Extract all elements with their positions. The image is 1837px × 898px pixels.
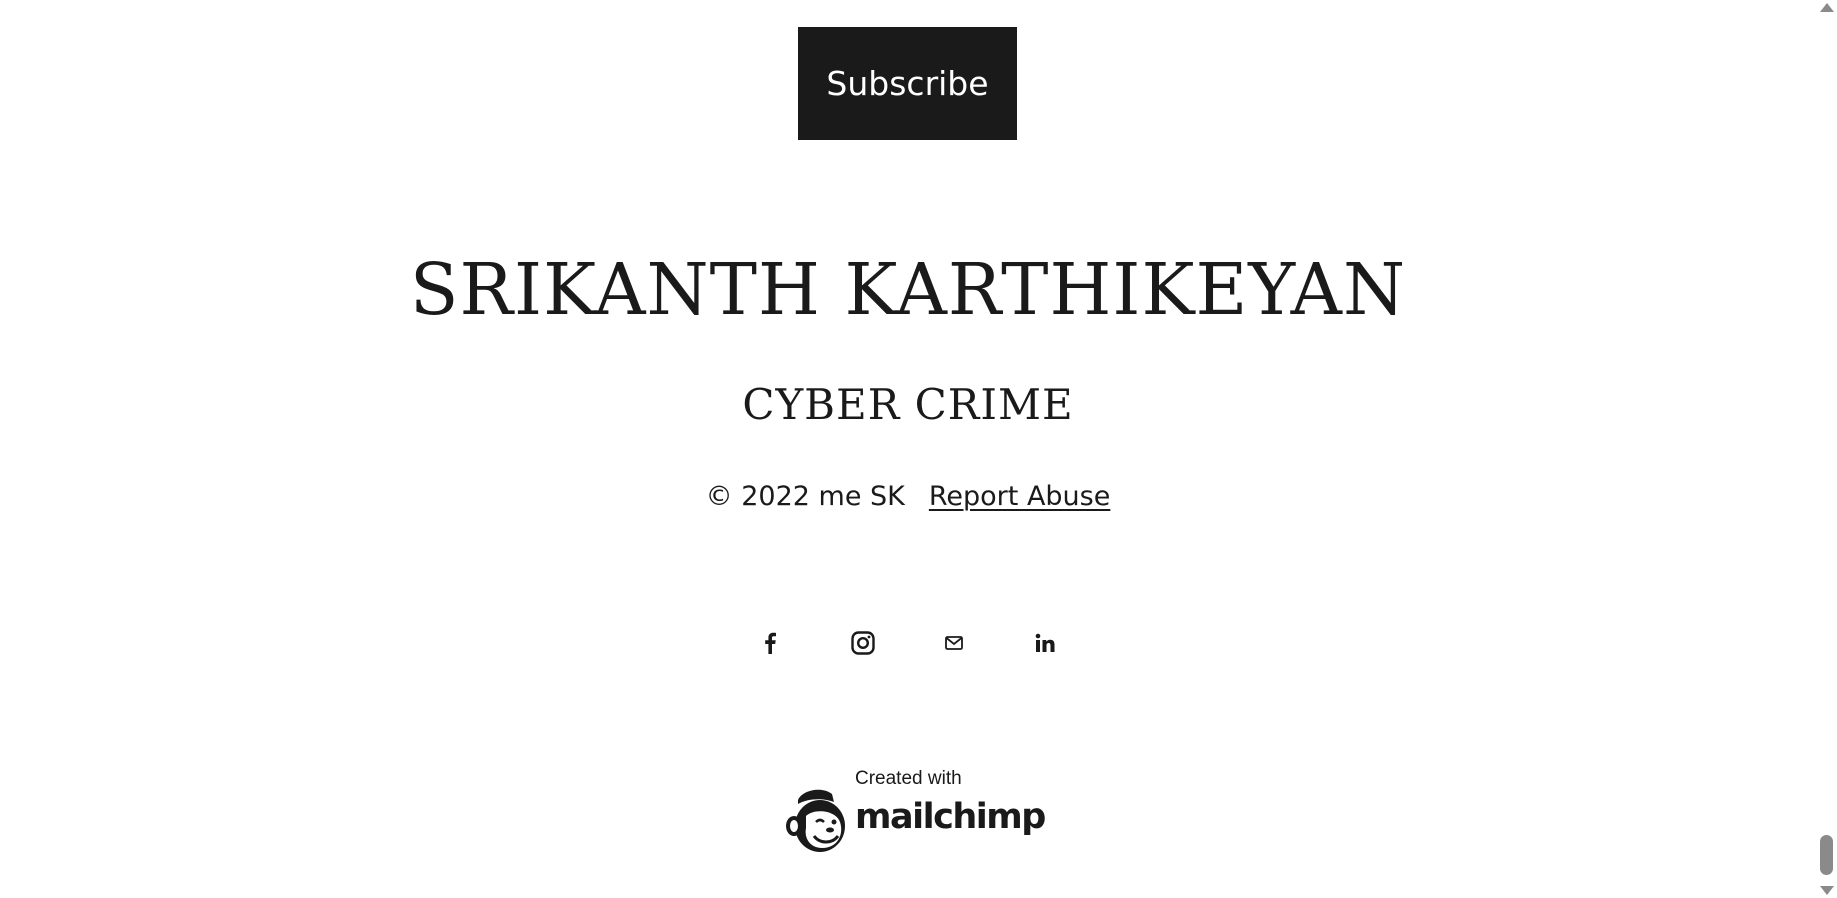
footer-section: Subscribe SRIKANTH KARTHIKEYAN CYBER CRI… bbox=[0, 0, 1816, 898]
copyright-text: © 2022 me SK bbox=[705, 481, 905, 512]
site-tagline: CYBER CRIME bbox=[742, 380, 1074, 429]
report-abuse-link[interactable]: Report Abuse bbox=[929, 481, 1111, 512]
linkedin-icon[interactable] bbox=[1030, 628, 1060, 658]
site-name: SRIKANTH KARTHIKEYAN bbox=[409, 248, 1407, 331]
social-links bbox=[0, 628, 1816, 658]
scroll-up-arrow-icon[interactable] bbox=[1820, 3, 1834, 12]
scrollbar-thumb[interactable] bbox=[1820, 835, 1833, 875]
facebook-icon[interactable] bbox=[755, 628, 785, 658]
created-with-label: Created with bbox=[855, 768, 962, 789]
subscribe-button[interactable]: Subscribe bbox=[798, 27, 1017, 140]
page: Subscribe SRIKANTH KARTHIKEYAN CYBER CRI… bbox=[0, 0, 1837, 898]
vertical-scrollbar[interactable] bbox=[1816, 0, 1837, 898]
mailchimp-freddie-icon bbox=[784, 786, 850, 856]
copyright-line: © 2022 me SK Report Abuse bbox=[0, 474, 1816, 520]
mailchimp-wordmark: mailchimp bbox=[855, 797, 1046, 837]
instagram-icon[interactable] bbox=[848, 628, 878, 658]
email-icon[interactable] bbox=[939, 628, 969, 658]
scroll-down-arrow-icon[interactable] bbox=[1820, 886, 1834, 895]
